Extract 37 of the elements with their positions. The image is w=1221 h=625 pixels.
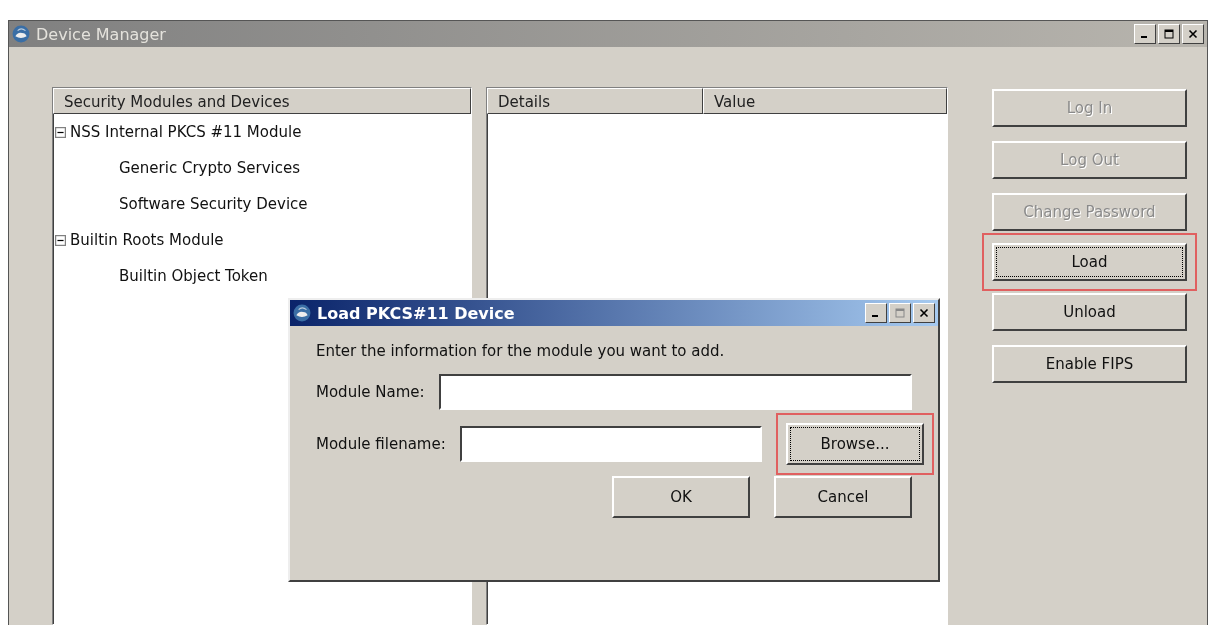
browse-button[interactable]: Browse... [786,423,924,465]
tree-item[interactable]: NSS Internal PKCS #11 Module [70,123,302,141]
tree-item[interactable]: Builtin Object Token [119,267,268,285]
collapse-toggle[interactable] [55,234,66,246]
close-icon [1188,29,1198,39]
field-label: Module filename: [316,435,446,453]
input-field[interactable] [459,426,762,462]
collapse-toggle[interactable] [55,126,66,138]
minimize-button[interactable] [1134,24,1156,44]
column-header[interactable]: Value [703,88,947,114]
app-logo-icon [12,25,30,43]
dialog-title: Load PKCS#11 Device [317,303,516,323]
close-button[interactable] [913,303,935,323]
column-header[interactable]: Security Modules and Devices [53,88,471,114]
close-icon [919,308,929,318]
side-button[interactable]: Enable FIPS [992,345,1187,383]
app-logo-icon [293,304,311,322]
minimize-icon [1141,36,1147,38]
maximize-icon [1164,29,1174,39]
tree-item[interactable]: Builtin Roots Module [70,231,224,249]
maximize-button[interactable] [889,303,911,323]
maximize-button[interactable] [1158,24,1180,44]
side-button[interactable]: Unload [992,293,1187,331]
dialog-button[interactable]: OK [612,476,750,518]
column-header[interactable]: Details [487,88,703,114]
close-button[interactable] [1182,24,1204,44]
input-field[interactable] [438,374,912,410]
minimize-button[interactable] [865,303,887,323]
prompt-text: Enter the information for the module you want to add. [316,342,726,360]
maximize-icon [895,308,905,318]
field-label: Module Name: [316,383,425,401]
tree-item[interactable]: Generic Crypto Services [119,159,301,177]
minimize-icon [872,315,878,317]
window-title: Device Manager [36,24,167,44]
side-button[interactable]: Load [992,243,1187,281]
dialog-button[interactable]: Cancel [774,476,912,518]
tree-item[interactable]: Software Security Device [119,195,308,213]
